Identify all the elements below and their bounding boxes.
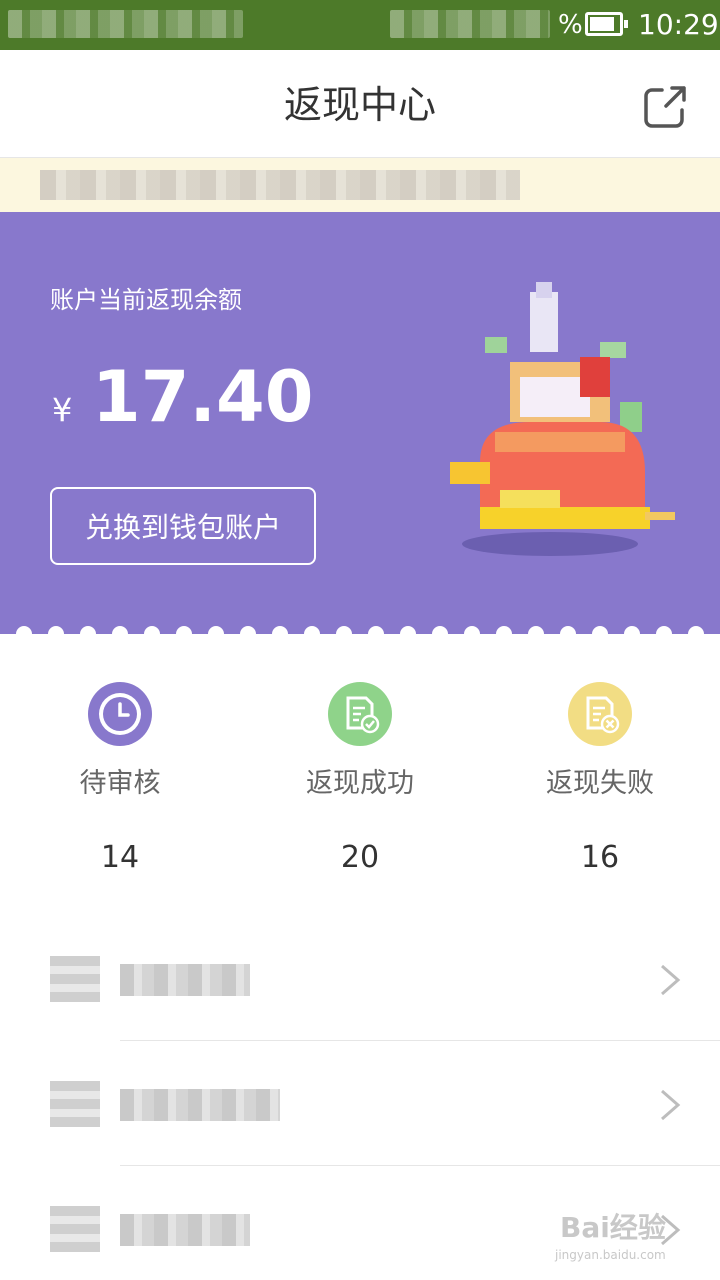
share-external-icon [644, 86, 686, 128]
stat-icon-failed-bg [568, 682, 632, 746]
status-notification-icons [8, 10, 243, 38]
notice-text-obscured [40, 170, 520, 200]
balance-label: 账户当前返现余额 [50, 286, 242, 314]
balance-amount: 17.40 [92, 356, 314, 438]
share-button[interactable] [640, 82, 690, 132]
menu-item-1[interactable] [0, 916, 720, 1041]
page: % 10:29 返现中心 账户当前返现余额 ¥ 17.40 兑换到钱包账户 待审… [0, 0, 720, 1280]
stat-label: 返现成功 [306, 768, 414, 799]
stat-count: 16 [580, 840, 620, 875]
menu-item-label-obscured [120, 964, 250, 996]
chevron-right-icon [661, 1089, 681, 1121]
clock-icon [99, 693, 141, 735]
battery-icon [585, 12, 628, 36]
balance-card: 账户当前返现余额 ¥ 17.40 兑换到钱包账户 [0, 212, 720, 634]
stat-count: 20 [340, 840, 380, 875]
battery-level [590, 17, 614, 31]
menu-item-icon [50, 956, 100, 1002]
currency-symbol: ¥ [52, 391, 73, 429]
menu-item-label-obscured [120, 1214, 250, 1246]
page-title: 返现中心 [283, 83, 436, 127]
stat-icon-pending-bg [88, 682, 152, 746]
stat-pending[interactable]: 待审核 14 [0, 634, 240, 916]
exchange-to-wallet-button[interactable]: 兑换到钱包账户 [50, 487, 316, 565]
chevron-right-icon [661, 964, 681, 996]
status-time: 10:29 [638, 8, 719, 41]
battery-percent: % [558, 10, 583, 40]
menu-item-icon [50, 1081, 100, 1127]
status-signal-icons [390, 10, 550, 38]
watermark-brand: Bai经验 [560, 1211, 666, 1244]
status-bar: % 10:29 [0, 0, 720, 50]
scalloped-edge [16, 626, 704, 634]
stat-failed[interactable]: 返现失败 16 [480, 634, 720, 916]
cashback-stats: 待审核 14 返现成功 20 返现失败 16 [0, 634, 720, 917]
document-x-icon [586, 696, 620, 734]
money-bag-illustration [450, 282, 675, 556]
notice-bar [0, 158, 720, 212]
menu-item-label-obscured [120, 1089, 280, 1121]
document-check-icon [346, 696, 380, 734]
stat-icon-success-bg [328, 682, 392, 746]
header: 返现中心 [0, 50, 720, 158]
menu-item-2[interactable] [0, 1041, 720, 1166]
stat-count: 14 [100, 840, 140, 875]
stat-success[interactable]: 返现成功 20 [240, 634, 480, 916]
menu-item-icon [50, 1206, 100, 1252]
stat-label: 返现失败 [546, 768, 654, 799]
watermark-url: jingyan.baidu.com [555, 1248, 666, 1262]
stat-label: 待审核 [79, 768, 161, 799]
